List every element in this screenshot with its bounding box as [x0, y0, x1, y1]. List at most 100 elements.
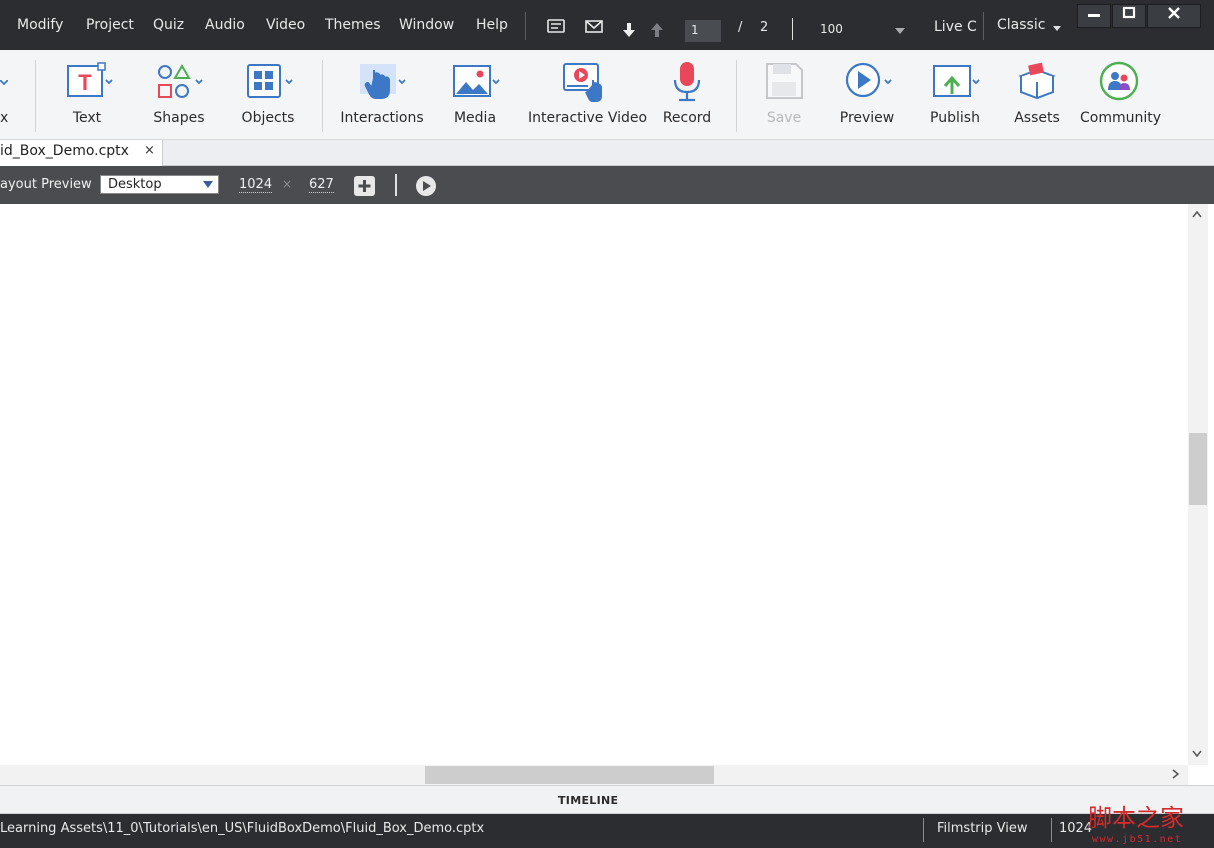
workspace-switcher[interactable]: Classic	[997, 17, 1045, 33]
assets-label: Assets	[1014, 110, 1060, 126]
add-breakpoint-icon[interactable]	[354, 176, 375, 196]
interactions-tool-icon	[360, 64, 406, 99]
timeline-panel-header[interactable]: TIMELINE	[0, 785, 1214, 814]
maximize-icon	[1122, 6, 1136, 19]
window-edge	[1208, 204, 1214, 785]
play-preview-icon[interactable]	[415, 175, 437, 197]
preview-width-field[interactable]: 1024	[239, 177, 273, 193]
minimize-button[interactable]	[1077, 4, 1111, 28]
interactive-video-tool-button[interactable]: Interactive Video	[528, 58, 648, 136]
main-toolbar: x T Text Shapes Objects Interactions Med…	[0, 50, 1214, 140]
device-select[interactable]: Desktop	[100, 175, 219, 194]
layout-preview-label: ayout Preview	[0, 177, 92, 192]
publish-label: Publish	[930, 110, 980, 126]
tab-close-icon[interactable]: ×	[144, 143, 155, 158]
objects-tool-icon	[247, 64, 293, 98]
publish-button[interactable]: Publish	[924, 58, 986, 136]
mail-icon[interactable]	[585, 18, 603, 34]
svg-text:T: T	[78, 70, 92, 95]
timeline-label: TIMELINE	[558, 794, 619, 807]
zoom-dropdown-icon[interactable]	[895, 28, 905, 34]
preview-button[interactable]: Preview	[834, 58, 900, 136]
dimension-times: ×	[282, 177, 293, 191]
interactions-tool-button[interactable]: Interactions	[340, 58, 424, 136]
menu-help[interactable]: Help	[476, 17, 508, 33]
save-label: Save	[766, 110, 802, 126]
toolbar-separator	[736, 60, 737, 132]
toolbar-separator	[35, 60, 36, 132]
preview-height-field[interactable]: 627	[309, 177, 334, 193]
minimize-icon	[1088, 14, 1100, 17]
workspace-dropdown-icon[interactable]	[1053, 26, 1061, 31]
community-button[interactable]: Community	[1080, 58, 1161, 136]
media-tool-icon	[453, 65, 500, 97]
page-number-input[interactable]: 1	[685, 20, 721, 42]
arrow-down-icon[interactable]	[622, 22, 636, 38]
text-tool-button[interactable]: T Text	[56, 58, 118, 136]
status-separator	[923, 818, 924, 842]
status-bar: Learning Assets\11_0\Tutorials\en_US\Flu…	[0, 814, 1214, 848]
scroll-up-icon[interactable]	[1192, 210, 1202, 218]
media-tool-label: Media	[453, 110, 497, 126]
site-watermark: 脚本之家 www.jb51.net	[1088, 804, 1184, 845]
zoom-value[interactable]: 100	[820, 22, 843, 36]
layout-preview-bar: ayout Preview Desktop 1024 × 627	[0, 166, 1214, 204]
workspace-separator	[983, 12, 984, 40]
scroll-down-icon[interactable]	[1192, 750, 1202, 758]
watermark-cn: 脚本之家	[1088, 804, 1184, 832]
file-path: Learning Assets\11_0\Tutorials\en_US\Flu…	[0, 821, 485, 836]
menu-video[interactable]: Video	[266, 17, 305, 33]
menu-quiz[interactable]: Quiz	[153, 17, 184, 33]
record-tool-label: Record	[662, 110, 712, 126]
media-tool-button[interactable]: Media	[444, 58, 506, 136]
community-icon	[1099, 61, 1139, 101]
objects-tool-button[interactable]: Objects	[236, 58, 300, 136]
objects-tool-label: Objects	[241, 110, 295, 126]
menu-audio[interactable]: Audio	[205, 17, 245, 33]
save-button[interactable]: Save	[758, 58, 810, 136]
interactive-video-icon	[563, 63, 602, 102]
text-tool-label: Text	[72, 110, 102, 126]
partial-chevron-down-icon[interactable]	[0, 80, 8, 86]
document-tab-title: id_Box_Demo.cptx	[0, 143, 129, 159]
shapes-tool-button[interactable]: Shapes	[148, 58, 210, 136]
menu-bar: Modify Project Quiz Audio Video Themes W…	[0, 0, 1214, 50]
shapes-tool-icon	[158, 64, 203, 98]
filmstrip-view-toggle[interactable]: Filmstrip View	[937, 821, 1027, 836]
assets-button[interactable]: Assets	[1008, 58, 1066, 136]
text-tool-icon: T	[67, 62, 113, 97]
preview-label: Preview	[839, 110, 895, 126]
document-tab[interactable]: id_Box_Demo.cptx ×	[0, 140, 163, 166]
stage-canvas[interactable]	[0, 204, 1188, 765]
menu-themes[interactable]: Themes	[325, 17, 381, 33]
menu-separator	[525, 12, 526, 40]
page-separator: /	[738, 20, 743, 35]
dropdown-arrow-icon	[203, 181, 213, 188]
document-tab-strip: id_Box_Demo.cptx ×	[0, 140, 1214, 166]
interactive-video-tool-label: Interactive Video	[528, 110, 648, 126]
close-icon	[1168, 7, 1180, 19]
caption-icon[interactable]	[547, 18, 565, 34]
menu-modify[interactable]: Modify	[17, 17, 63, 33]
play-circle-icon	[845, 62, 892, 98]
watermark-url: www.jb51.net	[1092, 834, 1182, 845]
page-separator-bar	[792, 18, 793, 40]
publish-icon	[933, 65, 980, 97]
save-icon	[766, 63, 803, 99]
microphone-icon	[673, 62, 701, 102]
menu-project[interactable]: Project	[86, 17, 134, 33]
page-total: 2	[760, 20, 769, 35]
interactions-tool-label: Interactions	[340, 110, 424, 126]
maximize-button[interactable]	[1112, 4, 1146, 28]
record-tool-button[interactable]: Record	[660, 58, 714, 136]
menu-window[interactable]: Window	[399, 17, 454, 33]
arrow-up-icon[interactable]	[650, 22, 664, 38]
preview-separator	[395, 174, 397, 196]
shapes-tool-label: Shapes	[153, 110, 205, 126]
horizontal-scroll-thumb[interactable]	[425, 766, 714, 784]
partial-tool-label: x	[0, 110, 9, 126]
close-window-button[interactable]	[1147, 4, 1201, 28]
live-label[interactable]: Live C	[934, 19, 977, 35]
scroll-right-icon[interactable]	[1172, 769, 1180, 779]
vertical-scroll-thumb[interactable]	[1189, 433, 1207, 505]
